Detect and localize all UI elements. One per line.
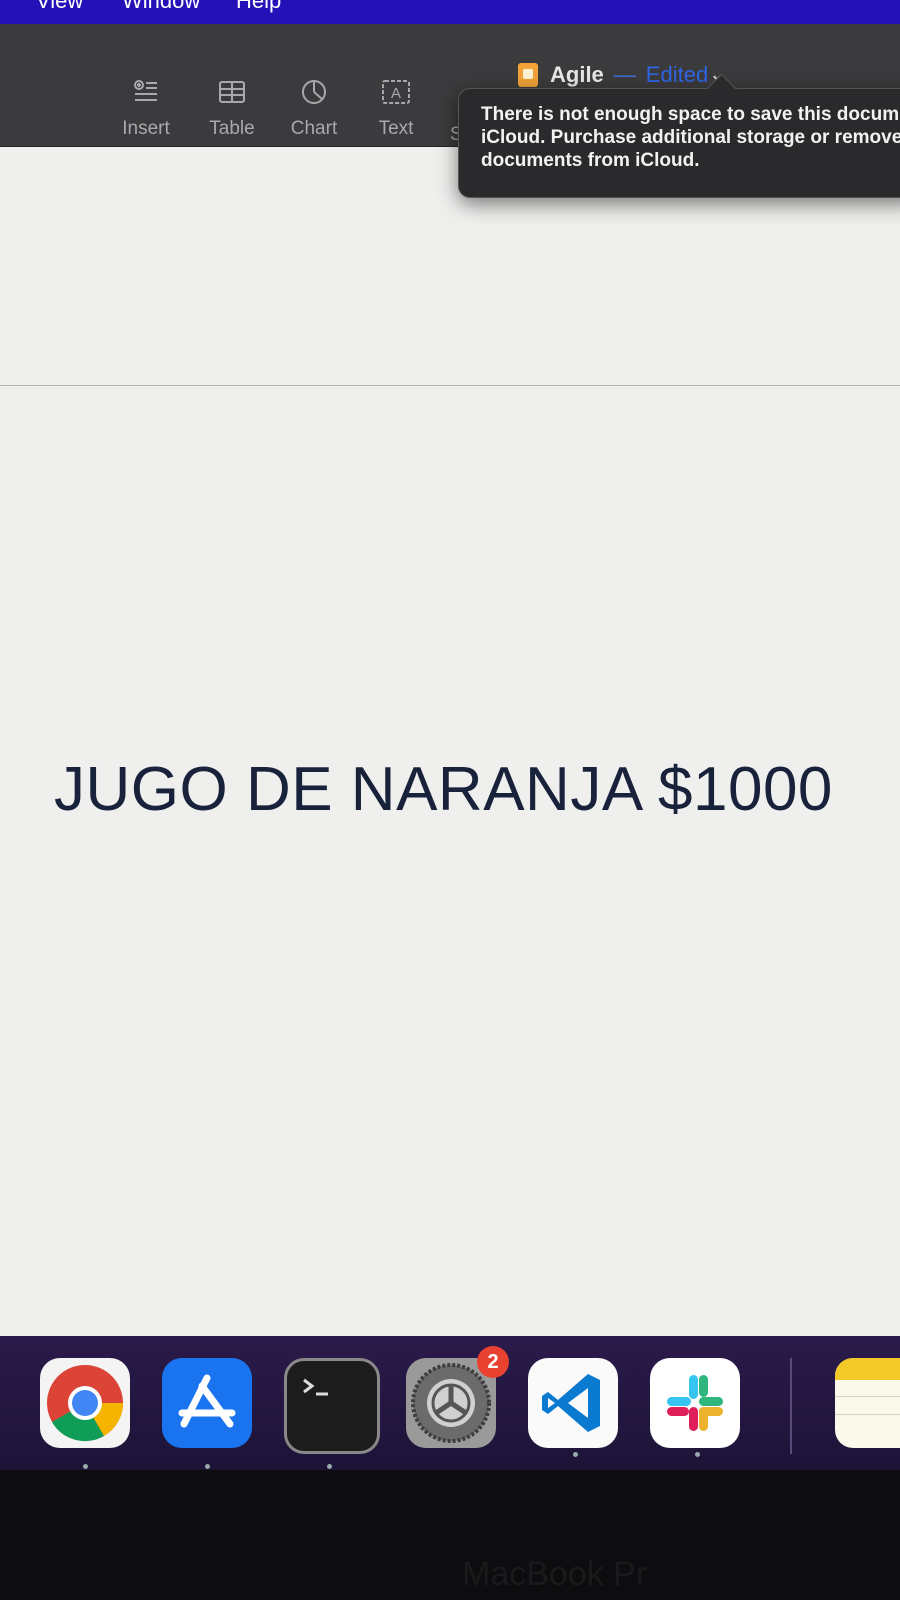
chart-button[interactable]: Chart xyxy=(274,78,354,140)
table-icon xyxy=(192,78,272,106)
page-body-text[interactable]: JUGO DE NARANJA $1000 xyxy=(54,754,833,825)
running-indicator xyxy=(695,1452,700,1457)
chrome-icon[interactable] xyxy=(40,1358,130,1448)
pages-document-icon xyxy=(518,63,538,87)
running-indicator xyxy=(83,1464,88,1469)
menu-view[interactable]: View xyxy=(36,0,83,14)
running-indicator xyxy=(327,1464,332,1469)
menu-window[interactable]: Window xyxy=(122,0,200,14)
svg-text:A: A xyxy=(391,85,401,102)
menu-help[interactable]: Help xyxy=(236,0,281,14)
warning-line-2: iCloud. Purchase additional storage or r… xyxy=(481,127,900,148)
text-box-icon: A xyxy=(356,78,436,106)
icloud-storage-warning-popover: There is not enough space to save this d… xyxy=(458,88,900,198)
document-title[interactable]: Agile — Edited ⌄ xyxy=(518,62,724,88)
title-separator: — xyxy=(613,62,636,87)
running-indicator xyxy=(205,1464,210,1469)
chart-icon xyxy=(274,78,354,106)
insert-button[interactable]: Insert xyxy=(106,78,186,140)
slack-icon[interactable] xyxy=(650,1358,740,1448)
document-status: Edited xyxy=(645,62,709,87)
insert-icon xyxy=(106,78,186,106)
text-label: Text xyxy=(378,118,414,139)
document-canvas[interactable]: JUGO DE NARANJA $1000 xyxy=(0,147,900,1337)
app-store-icon[interactable] xyxy=(162,1358,252,1448)
notification-badge: 2 xyxy=(477,1346,509,1378)
insert-label: Insert xyxy=(122,118,170,139)
menu-bar: View Window Help xyxy=(0,0,900,24)
bezel-label: MacBook Pr xyxy=(462,1555,648,1593)
page-divider xyxy=(0,385,900,386)
warning-line-1: There is not enough space to save this d… xyxy=(481,104,900,125)
text-button[interactable]: A Text xyxy=(356,78,436,140)
laptop-bezel xyxy=(0,1470,900,1600)
warning-line-3: documents from iCloud. xyxy=(481,150,700,171)
table-label: Table xyxy=(209,118,255,139)
dock: 2 xyxy=(0,1336,900,1470)
document-name: Agile xyxy=(550,62,604,87)
dock-separator xyxy=(790,1358,792,1454)
terminal-icon[interactable] xyxy=(284,1358,380,1454)
table-button[interactable]: Table xyxy=(192,78,272,140)
chart-label: Chart xyxy=(290,118,338,139)
vscode-icon[interactable] xyxy=(528,1358,618,1448)
notes-icon[interactable] xyxy=(835,1358,900,1448)
running-indicator xyxy=(573,1452,578,1457)
